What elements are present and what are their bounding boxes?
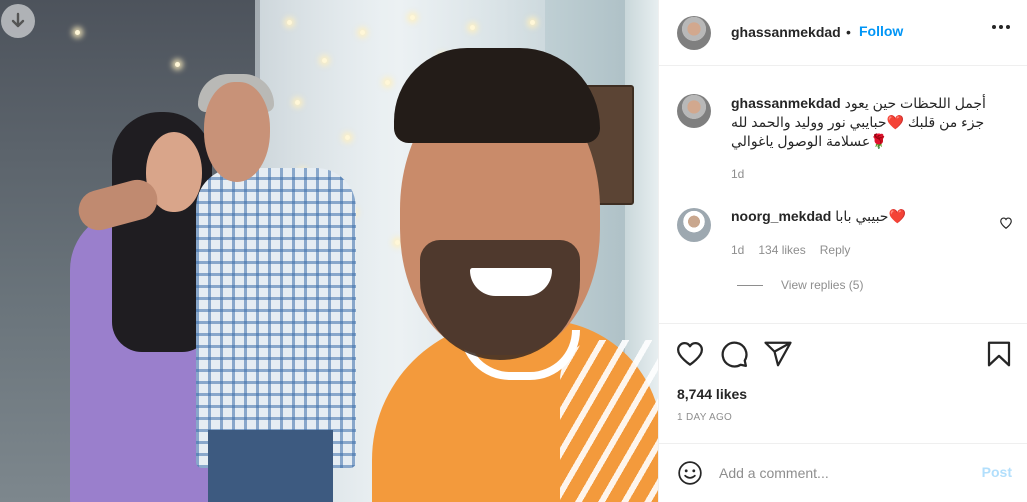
add-comment-bar: Post (659, 443, 1027, 502)
post-photo[interactable] (0, 0, 658, 502)
fairy-light (295, 100, 300, 105)
post-comment-button[interactable]: Post (982, 464, 1012, 480)
older-man-face (204, 82, 270, 182)
comment-username[interactable]: noorg_mekdad (731, 208, 831, 224)
post-timestamp[interactable]: 1 DAY AGO (677, 412, 732, 423)
reply-button[interactable]: Reply (820, 243, 851, 257)
avatar[interactable] (677, 16, 711, 50)
post-side-panel: ghassanmekdad • Follow ghassanmekdad أجم… (658, 0, 1027, 502)
fairy-light (385, 80, 390, 85)
caption-timestamp[interactable]: 1d (731, 167, 744, 181)
fairy-light (360, 30, 365, 35)
comment-body: noorg_mekdad حبيبي بابا❤️ (731, 208, 906, 225)
caption-username[interactable]: ghassanmekdad (731, 95, 841, 111)
fairy-light (345, 135, 350, 140)
more-horizontal-icon (1006, 25, 1010, 29)
caption-line-3: 🌹عسلامة الوصول ياغوالي (731, 133, 888, 149)
fairy-light (410, 15, 415, 20)
author-username[interactable]: ghassanmekdad (731, 24, 841, 40)
send-icon[interactable] (763, 339, 793, 369)
caption-text: ghassanmekdad أجمل اللحظات حين يعود جزء … (731, 94, 1013, 151)
comment-avatar[interactable] (677, 208, 711, 242)
fairy-light (470, 25, 475, 30)
view-replies-label: View replies (5) (781, 278, 864, 292)
fairy-light (287, 20, 292, 25)
more-horizontal-icon (999, 25, 1003, 29)
caption-line-1: أجمل اللحظات حين يعود (844, 95, 986, 111)
comment-input[interactable] (719, 460, 969, 486)
fairy-light (75, 30, 80, 35)
young-man-smile (470, 268, 552, 296)
post-actions (659, 323, 1027, 383)
fairy-light (395, 240, 400, 245)
download-button[interactable] (1, 4, 35, 38)
heart-icon[interactable] (999, 216, 1013, 230)
replies-divider-line (737, 284, 763, 286)
comment-meta: 1d 134 likes Reply (731, 243, 850, 257)
post-header: ghassanmekdad • Follow (659, 0, 1027, 66)
young-man-shirt-stripes (560, 340, 658, 502)
separator-dot: • (846, 24, 851, 40)
emoji-smile-icon[interactable] (677, 460, 703, 486)
caption-avatar[interactable] (677, 94, 711, 128)
view-replies-button[interactable]: View replies (5) (737, 278, 863, 292)
young-man-hair (394, 48, 600, 143)
comment-text: حبيبي بابا❤️ (835, 208, 906, 224)
likes-count[interactable]: 8,744 likes (677, 386, 747, 402)
comment-timestamp[interactable]: 1d (731, 243, 744, 257)
fairy-light (175, 62, 180, 67)
comment-likes[interactable]: 134 likes (758, 243, 805, 257)
bookmark-icon[interactable] (984, 339, 1014, 369)
follow-button[interactable]: Follow (859, 23, 903, 39)
more-options-button[interactable] (992, 25, 1010, 29)
older-man-jeans (208, 430, 333, 502)
older-man-shirt (196, 168, 356, 468)
comment-icon[interactable] (719, 339, 749, 369)
download-arrow-icon (11, 12, 25, 28)
fairy-light (530, 20, 535, 25)
more-horizontal-icon (992, 25, 996, 29)
heart-icon[interactable] (675, 339, 705, 369)
caption-line-2: جزء من قلبك ❤️حبايبي نور ووليد والحمد لل… (731, 114, 985, 130)
caption-line: ghassanmekdad أجمل اللحظات حين يعود (731, 94, 1013, 113)
fairy-light (322, 58, 327, 63)
